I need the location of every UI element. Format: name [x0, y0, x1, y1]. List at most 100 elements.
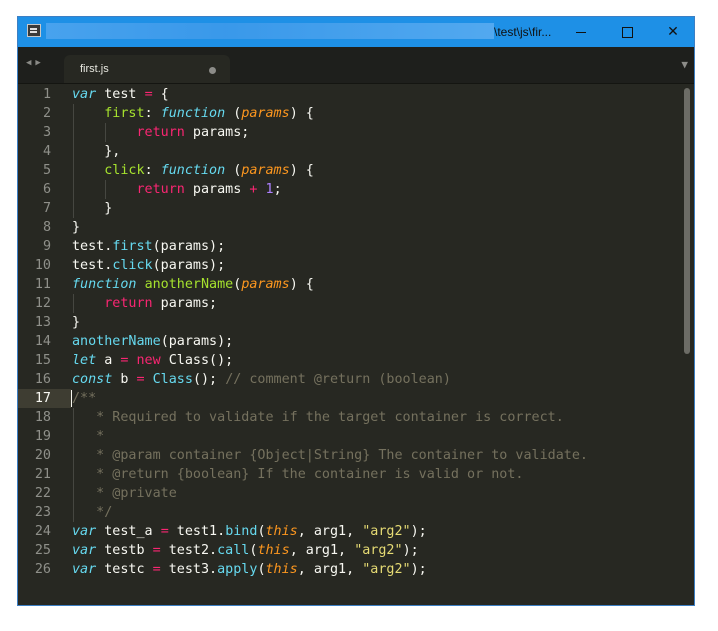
- code-token: "arg2": [362, 524, 411, 539]
- code-token: params;: [152, 296, 218, 311]
- code-token: (: [257, 562, 266, 577]
- code-editor[interactable]: 1 2 3 4 5 6 7 8 9 10 11 12 13 14 15 16 17 18 19 20 21 22 23 24 2…: [18, 84, 694, 605]
- code-line[interactable]: const b = Class(); // comment @return (b…: [72, 370, 451, 389]
- code-token: const: [72, 372, 113, 387]
- code-token: function: [160, 163, 226, 178]
- app-icon: [27, 24, 41, 37]
- line-number: 9: [42, 239, 51, 254]
- code-token: (params);: [152, 258, 226, 273]
- code-line[interactable]: * @param container {Object|String} The c…: [72, 446, 588, 465]
- code-token: (: [257, 524, 266, 539]
- code-token: params: [241, 106, 290, 121]
- minimize-button[interactable]: [558, 17, 604, 47]
- code-token: params: [184, 182, 250, 197]
- unsaved-dot-icon[interactable]: [209, 67, 216, 74]
- code-token: first: [104, 106, 145, 121]
- code-line[interactable]: * @return {boolean} If the container is …: [72, 465, 523, 484]
- code-line[interactable]: var testc = test3.apply(this, arg1, "arg…: [72, 560, 427, 579]
- code-line[interactable]: let a = new Class();: [72, 351, 233, 370]
- code-token: * @param container {Object|String} The c…: [72, 448, 588, 463]
- code-line[interactable]: * Required to validate if the target con…: [72, 408, 564, 427]
- line-number-gutter: 1 2 3 4 5 6 7 8 9 10 11 12 13 14 15 16 17 18 19 20 21 22 23 24 2…: [18, 84, 71, 605]
- code-line[interactable]: var test = {: [72, 85, 169, 104]
- code-line[interactable]: * @private: [72, 484, 177, 503]
- code-token: , arg1,: [289, 543, 355, 558]
- code-line[interactable]: },: [72, 142, 120, 161]
- code-line[interactable]: var testb = test2.call(this, arg1, "arg2…: [72, 541, 419, 560]
- code-token: "arg2": [354, 543, 403, 558]
- tab-navigation[interactable]: ◀▶: [26, 58, 45, 68]
- line-number: 12: [34, 296, 51, 311]
- code-line[interactable]: function anotherName(params) {: [72, 275, 314, 294]
- code-token: =: [136, 372, 145, 387]
- code-line[interactable]: click: function (params) {: [72, 161, 314, 180]
- code-token: this: [265, 524, 298, 539]
- vertical-scrollbar[interactable]: [680, 84, 694, 605]
- code-token: (: [225, 163, 242, 178]
- code-token: a: [96, 353, 121, 368]
- code-line[interactable]: */: [72, 503, 112, 522]
- code-token: */: [72, 505, 113, 520]
- code-token: * Required to validate if the target con…: [72, 410, 564, 425]
- code-token: return: [104, 296, 153, 311]
- code-token: Class();: [160, 353, 234, 368]
- code-line[interactable]: return params;: [72, 123, 250, 142]
- code-line[interactable]: first: function (params) {: [72, 104, 314, 123]
- code-line[interactable]: return params + 1;: [72, 180, 282, 199]
- code-line[interactable]: /**: [72, 389, 96, 408]
- code-token: );: [410, 524, 427, 539]
- window-title: \test\js\fir...: [494, 25, 552, 39]
- line-number: 21: [34, 467, 51, 482]
- tab-first-js[interactable]: first.js: [64, 55, 230, 83]
- code-line[interactable]: *: [72, 427, 104, 446]
- code-token: =: [152, 562, 161, 577]
- code-token: );: [402, 543, 419, 558]
- code-token: ) {: [289, 106, 314, 121]
- back-arrow-icon[interactable]: ◀: [26, 58, 35, 68]
- line-number: 4: [42, 144, 51, 159]
- code-token: anotherName: [72, 334, 161, 349]
- code-token: *: [72, 429, 105, 444]
- code-token: let: [72, 353, 97, 368]
- code-line[interactable]: }: [72, 199, 112, 218]
- code-line[interactable]: var test_a = test1.bind(this, arg1, "arg…: [72, 522, 427, 541]
- tab-bar: ◀▶ first.js ▼: [18, 47, 694, 84]
- line-number: 13: [34, 315, 51, 330]
- code-token: },: [72, 144, 121, 159]
- line-number: 11: [34, 277, 51, 292]
- code-area[interactable]: var test = { first: function (params) { …: [71, 84, 680, 605]
- line-number: 26: [34, 562, 51, 577]
- code-token: =: [144, 87, 153, 102]
- code-line[interactable]: anotherName(params);: [72, 332, 233, 351]
- scrollbar-thumb[interactable]: [684, 88, 690, 354]
- code-token: ) {: [289, 163, 314, 178]
- code-token: click: [112, 258, 153, 273]
- code-token: params;: [184, 125, 250, 140]
- code-token: /**: [72, 391, 97, 406]
- code-line[interactable]: test.click(params);: [72, 256, 225, 275]
- code-token: * @return {boolean} If the container is …: [72, 467, 524, 482]
- code-line[interactable]: }: [72, 218, 80, 237]
- line-number: 10: [34, 258, 51, 273]
- close-button[interactable]: ✕: [650, 17, 694, 47]
- line-number: 14: [34, 334, 51, 349]
- code-token: ;: [273, 182, 282, 197]
- code-line[interactable]: test.first(params);: [72, 237, 225, 256]
- code-line[interactable]: }: [72, 313, 80, 332]
- forward-arrow-icon[interactable]: ▶: [35, 58, 44, 68]
- code-token: * @private: [72, 486, 177, 501]
- code-token: }: [72, 220, 81, 235]
- code-token: var: [72, 562, 97, 577]
- tab-list-dropdown-icon[interactable]: ▼: [681, 58, 688, 71]
- maximize-button[interactable]: [604, 17, 650, 47]
- line-number: 1: [42, 87, 51, 102]
- code-line[interactable]: return params;: [72, 294, 217, 313]
- line-number: 23: [34, 505, 51, 520]
- line-number: 2: [42, 106, 51, 121]
- code-token: var: [72, 87, 97, 102]
- code-token: new: [136, 353, 161, 368]
- code-token: test.: [72, 258, 113, 273]
- title-bar[interactable]: \test\js\fir... ✕: [18, 17, 694, 47]
